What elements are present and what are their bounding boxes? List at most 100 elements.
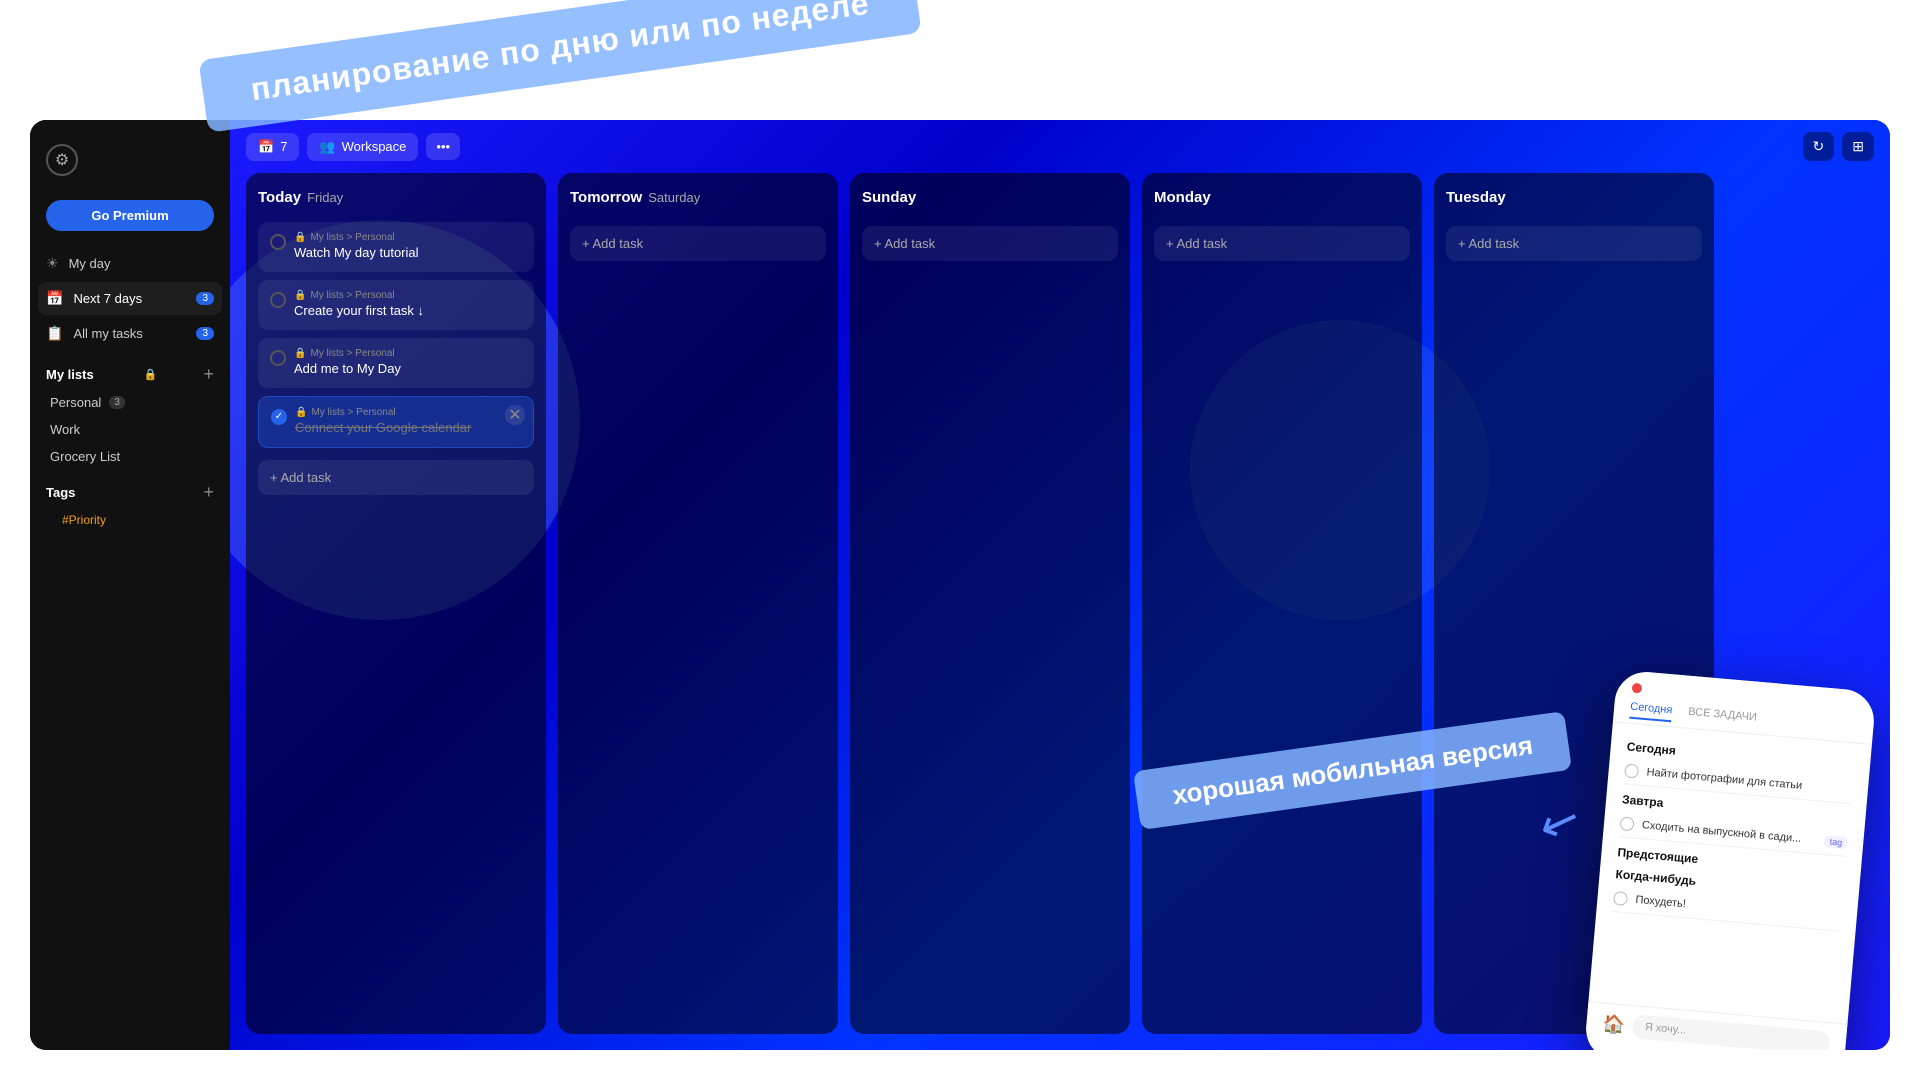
task-card-create-task[interactable]: 🔒 My lists > Personal Create your first … — [258, 280, 534, 330]
layout-button[interactable]: ⊞ — [1842, 132, 1874, 161]
next-7-days-badge: 3 — [196, 292, 214, 305]
sidebar-list-grocery[interactable]: Grocery List — [34, 443, 226, 470]
task-card-add-to-my-day[interactable]: 🔒 My lists > Personal Add me to My Day — [258, 338, 534, 388]
task-checkbox-checked[interactable]: ✓ — [271, 409, 287, 425]
add-task-button-sunday[interactable]: + Add task — [862, 226, 1118, 261]
mobile-mockup: Сегодня ВСЕ ЗАДАЧИ Сегодня Найти фотогра… — [1583, 669, 1876, 1050]
task-title: Create your first task ↓ — [294, 303, 424, 320]
mobile-home-icon[interactable]: 🏠 — [1602, 1013, 1626, 1036]
workspace-icon: 👥 — [319, 139, 335, 155]
sidebar-item-my-day[interactable]: ☀ My day — [38, 247, 222, 280]
mobile-close-dot — [1632, 683, 1643, 694]
all-tasks-icon: 📋 — [46, 325, 63, 342]
task-meta: 🔒 My lists > Personal — [294, 290, 424, 301]
tags-header: Tags + — [46, 482, 214, 503]
mobile-tab-today[interactable]: Сегодня — [1629, 701, 1673, 723]
sidebar-item-label: All my tasks — [73, 326, 142, 341]
task-meta: 🔒 My lists > Personal — [294, 232, 419, 243]
more-button[interactable]: ••• — [426, 133, 460, 160]
refresh-button[interactable]: ↻ — [1803, 132, 1835, 161]
task-card-top: 🔒 My lists > Personal Create your first … — [270, 290, 522, 320]
column-sunday-header: Sunday — [862, 189, 1118, 206]
sidebar-item-label: Next 7 days — [73, 291, 142, 306]
sidebar-nav: ☀ My day 📅 Next 7 days 3 📋 All my tasks … — [30, 247, 230, 352]
workspace-label: Workspace — [342, 139, 407, 154]
column-monday: Monday + Add task — [1142, 173, 1422, 1034]
task-meta: 🔒 My lists > Personal — [294, 348, 401, 359]
column-monday-header: Monday — [1154, 189, 1410, 206]
task-content: 🔒 My lists > Personal Connect your Googl… — [295, 407, 471, 437]
column-sunday: Sunday + Add task — [850, 173, 1130, 1034]
next-7-days-icon: 📅 — [46, 290, 63, 307]
calendar-label: 7 — [280, 139, 287, 154]
task-card-connect-calendar[interactable]: ✓ 🔒 My lists > Personal Connect your Goo… — [258, 396, 534, 448]
calendar-icon: 📅 — [258, 139, 274, 155]
mobile-tag: tag — [1824, 835, 1847, 849]
app-container: ⚙ Go Premium ☀ My day 📅 Next 7 days 3 📋 … — [30, 120, 1890, 1050]
toolbar: 📅 7 👥 Workspace ••• ↻ ⊞ — [230, 120, 1890, 173]
sidebar-item-all-tasks[interactable]: 📋 All my tasks 3 — [38, 317, 222, 350]
lock-icon: 🔒 — [144, 368, 158, 381]
monday-day-label: Monday — [1154, 189, 1211, 206]
settings-icon[interactable]: ⚙ — [46, 144, 78, 176]
today-day-label: Today — [258, 189, 301, 206]
my-lists-label: My lists — [46, 367, 94, 382]
task-card-watch-tutorial[interactable]: 🔒 My lists > Personal Watch My day tutor… — [258, 222, 534, 272]
mobile-input[interactable]: Я хочу... — [1632, 1014, 1831, 1050]
task-content: 🔒 My lists > Personal Add me to My Day — [294, 348, 401, 378]
column-tuesday-header: Tuesday — [1446, 189, 1702, 206]
task-remove-button[interactable]: ✕ — [505, 405, 525, 425]
task-card-top: 🔒 My lists > Personal Watch My day tutor… — [270, 232, 522, 262]
column-today: Today Friday 🔒 My lists > Personal Watch… — [246, 173, 546, 1034]
my-lists-header: My lists 🔒 + — [30, 352, 230, 389]
mobile-content: Сегодня Найти фотографии для статьи Завт… — [1588, 722, 1871, 1024]
task-card-top: 🔒 My lists > Personal Add me to My Day — [270, 348, 522, 378]
mobile-task-text: Найти фотографии для статьи — [1646, 766, 1852, 796]
main-content: 📅 7 👥 Workspace ••• ↻ ⊞ Today Friday — [230, 120, 1890, 1050]
add-task-button-tomorrow[interactable]: + Add task — [570, 226, 826, 261]
add-task-button-monday[interactable]: + Add task — [1154, 226, 1410, 261]
today-date-label: Friday — [307, 190, 343, 205]
work-label: Work — [50, 422, 80, 437]
add-tag-button[interactable]: + — [203, 482, 214, 503]
sidebar-item-next-7-days[interactable]: 📅 Next 7 days 3 — [38, 282, 222, 315]
personal-label: Personal — [50, 395, 101, 410]
column-tomorrow: Tomorrow Saturday + Add task — [558, 173, 838, 1034]
sidebar-list-personal[interactable]: Personal 3 — [34, 389, 226, 416]
task-checkbox[interactable] — [270, 292, 286, 308]
add-task-button-today[interactable]: + Add task — [258, 460, 534, 495]
column-tomorrow-header: Tomorrow Saturday — [570, 189, 826, 206]
calendar-view-button[interactable]: 📅 7 — [246, 133, 299, 161]
toolbar-right: ↻ ⊞ — [1803, 132, 1874, 161]
add-task-button-tuesday[interactable]: + Add task — [1446, 226, 1702, 261]
my-day-icon: ☀ — [46, 255, 59, 272]
sunday-day-label: Sunday — [862, 189, 916, 206]
add-list-button[interactable]: + — [203, 364, 214, 385]
top-annotation-banner: планирование по дню или по неделе — [198, 0, 921, 133]
tag-priority[interactable]: #Priority — [46, 509, 214, 531]
workspace-button[interactable]: 👥 Workspace — [307, 133, 418, 161]
sidebar-list-work[interactable]: Work — [34, 416, 226, 443]
tuesday-day-label: Tuesday — [1446, 189, 1506, 206]
mobile-task-circle — [1613, 891, 1628, 906]
task-content: 🔒 My lists > Personal Watch My day tutor… — [294, 232, 419, 262]
grocery-label: Grocery List — [50, 449, 120, 464]
mobile-task-circle — [1624, 763, 1639, 778]
mobile-task-circle — [1619, 816, 1634, 831]
mobile-task-text: Похудеть! — [1635, 894, 1841, 924]
task-title: Watch My day tutorial — [294, 245, 419, 262]
task-meta: 🔒 My lists > Personal — [295, 407, 471, 418]
tags-label: Tags — [46, 485, 75, 500]
task-checkbox[interactable] — [270, 350, 286, 366]
settings-icon-wrapper: ⚙ — [30, 136, 230, 192]
task-checkbox[interactable] — [270, 234, 286, 250]
mobile-tab-all[interactable]: ВСЕ ЗАДАЧИ — [1687, 706, 1757, 730]
go-premium-button[interactable]: Go Premium — [46, 200, 214, 231]
sidebar-item-label: My day — [69, 256, 111, 271]
personal-badge: 3 — [109, 396, 125, 409]
task-content: 🔒 My lists > Personal Create your first … — [294, 290, 424, 320]
tags-section: Tags + #Priority — [30, 470, 230, 535]
task-card-top: ✓ 🔒 My lists > Personal Connect your Goo… — [271, 407, 521, 437]
column-today-header: Today Friday — [258, 189, 534, 206]
all-tasks-badge: 3 — [196, 327, 214, 340]
